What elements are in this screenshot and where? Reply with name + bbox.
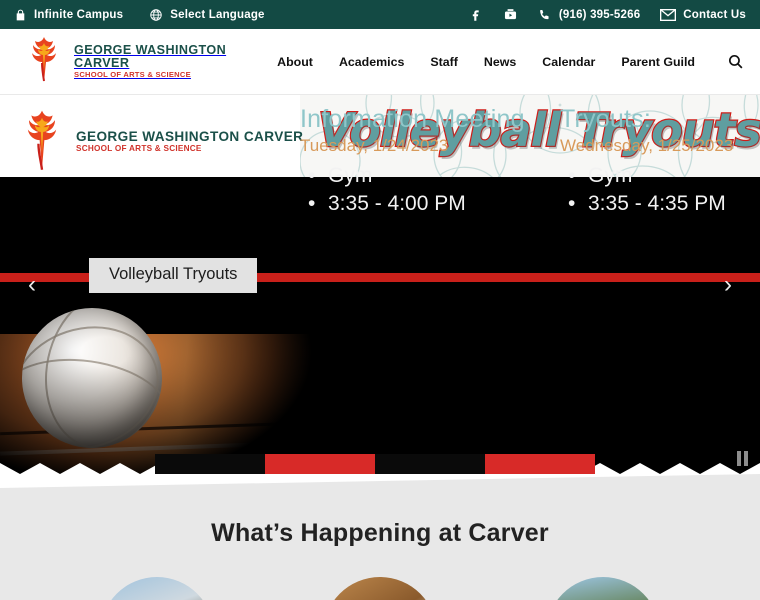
megaphone-icon xyxy=(414,472,446,474)
contact-us-link[interactable]: Contact Us xyxy=(660,8,746,21)
slide-column-tryouts: Tryouts: Wednesday, 1/25/2023 Gym 3:35 -… xyxy=(560,105,733,220)
youtube-link[interactable] xyxy=(503,8,518,22)
brand-name: GEORGE WASHINGTON CARVER xyxy=(74,42,227,71)
phoenix-logo xyxy=(16,105,68,178)
quick-link-log-community-service[interactable]: Log Community Service xyxy=(375,454,485,474)
slide-bullet: Gym xyxy=(308,164,525,188)
brand-subtitle: SCHOOL OF ARTS & SCIENCE xyxy=(74,70,191,80)
utility-left-group: Infinite Campus Select Language xyxy=(14,8,265,22)
main-nav: About Academics Staff News Calendar Pare… xyxy=(277,51,744,73)
nav-item-staff[interactable]: Staff xyxy=(430,55,458,69)
slideshow-next-button[interactable]: › xyxy=(714,267,742,303)
nav-item-news[interactable]: News xyxy=(484,55,516,69)
slide-heading: Information Meeting xyxy=(300,105,525,133)
infinite-campus-label: Infinite Campus xyxy=(34,8,124,21)
search-button[interactable] xyxy=(721,51,744,73)
infinite-campus-link[interactable]: Infinite Campus xyxy=(14,8,123,22)
globe-icon xyxy=(149,8,163,22)
hero-slide-photo xyxy=(0,282,760,474)
phone-number: (916) 395-5266 xyxy=(558,8,641,21)
quick-links: Learn about Carver Parent Information xyxy=(155,454,595,474)
slide-heading: Tryouts: xyxy=(560,105,651,133)
select-language-label: Select Language xyxy=(170,8,265,21)
photo-vignette xyxy=(0,282,760,474)
nav-item-calendar[interactable]: Calendar xyxy=(542,55,595,69)
youtube-icon xyxy=(503,8,518,22)
facebook-icon xyxy=(468,7,483,22)
brand-text: GEORGE WASHINGTON CARVER SCHOOL OF ARTS … xyxy=(74,42,277,80)
phone-icon xyxy=(538,8,552,22)
hero-logo: GEORGE WASHINGTON CARVER SCHOOL OF ARTS … xyxy=(16,105,303,178)
nav-item-academics[interactable]: Academics xyxy=(339,55,404,69)
hero-caption: Volleyball Tryouts xyxy=(89,258,258,293)
slide-column-info-meeting: Information Meeting Tuesday, 1/24/2023 G… xyxy=(300,105,525,220)
lock-icon xyxy=(14,8,27,22)
nav-item-about[interactable]: About xyxy=(277,55,313,69)
quick-link-learn-about-carver[interactable]: Learn about Carver xyxy=(155,454,265,474)
slide-date: Tuesday, 1/24/2023 xyxy=(300,136,449,155)
select-language-link[interactable]: Select Language xyxy=(149,8,264,22)
whats-happening-section: What’s Happening at Carver xyxy=(0,474,760,600)
slide-bullet-list: Gym 3:35 - 4:35 PM xyxy=(560,164,733,216)
site-logo-link[interactable]: GEORGE WASHINGTON CARVER SCHOOL OF ARTS … xyxy=(22,33,277,90)
news-card-thumbnail[interactable] xyxy=(323,577,437,600)
section-title: What’s Happening at Carver xyxy=(211,519,549,547)
news-card-thumbnail[interactable] xyxy=(546,577,660,600)
nav-item-parent-guild[interactable]: Parent Guild xyxy=(621,55,695,69)
hero-slideshow: Volleyball Tryouts GEORGE WASHINGTON CAR… xyxy=(0,95,760,474)
hero-brand-subtitle: SCHOOL OF ARTS & SCIENCE xyxy=(76,143,202,153)
hero-brand-name: GEORGE WASHINGTON CARVER xyxy=(76,128,304,144)
slide-date: Wednesday, 1/25/2023 xyxy=(560,136,734,155)
hero-brand-text: GEORGE WASHINGTON CARVER SCHOOL OF ARTS … xyxy=(76,128,304,154)
contact-us-label: Contact Us xyxy=(683,8,746,21)
slide-bullet: Gym xyxy=(568,164,733,188)
utility-bar: Infinite Campus Select Language (916) 39… xyxy=(0,0,760,29)
news-card-list xyxy=(0,577,760,600)
slide-bullet: 3:35 - 4:35 PM xyxy=(568,192,733,216)
envelope-icon xyxy=(660,8,677,21)
slide-bullet: 3:35 - 4:00 PM xyxy=(308,192,525,216)
quick-link-parent-information[interactable]: Parent Information xyxy=(265,454,375,474)
slide-bullet-list: Gym 3:35 - 4:00 PM xyxy=(300,164,525,216)
news-card-thumbnail[interactable] xyxy=(100,577,214,600)
quick-link-enrollment[interactable]: Enrollment xyxy=(485,454,595,474)
slideshow-prev-button[interactable]: ‹ xyxy=(18,267,46,303)
main-header: GEORGE WASHINGTON CARVER SCHOOL OF ARTS … xyxy=(0,29,760,95)
phone-link[interactable]: (916) 395-5266 xyxy=(538,8,640,22)
phoenix-logo xyxy=(22,33,66,90)
facebook-link[interactable] xyxy=(468,7,483,22)
utility-right-group: (916) 395-5266 Contact Us xyxy=(468,7,746,22)
search-icon xyxy=(727,53,744,73)
